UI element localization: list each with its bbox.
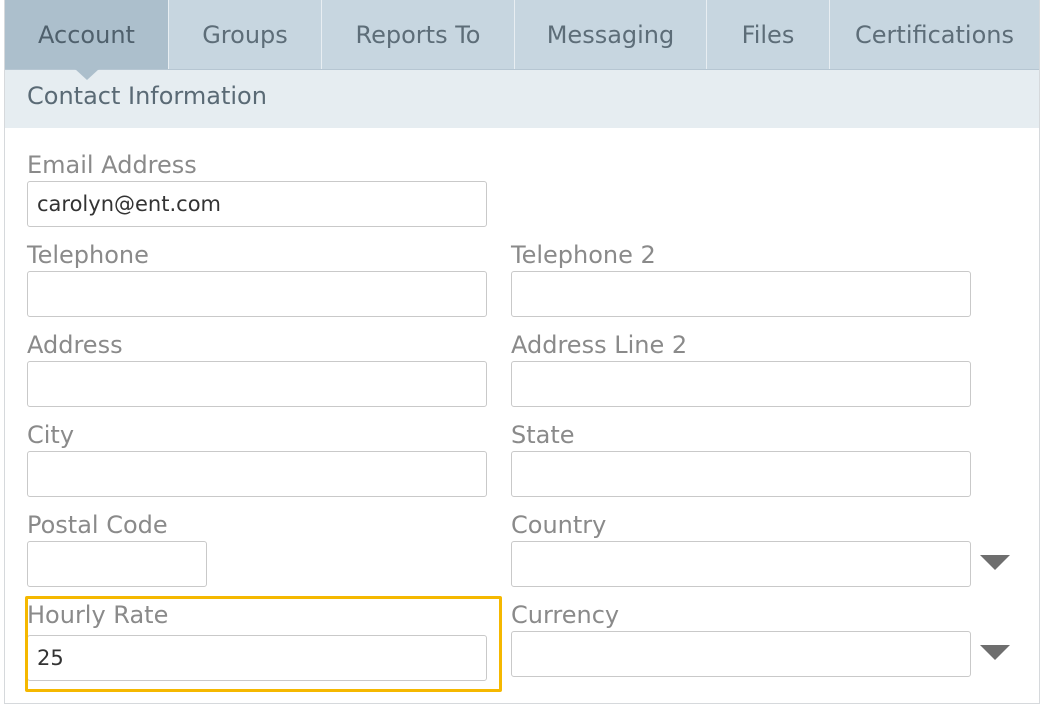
tab-messaging[interactable]: Messaging <box>515 0 707 69</box>
tab-groups[interactable]: Groups <box>169 0 322 69</box>
email-field[interactable] <box>27 181 487 227</box>
postal-code-field[interactable] <box>27 541 207 587</box>
country-label: Country <box>511 511 607 539</box>
state-field[interactable] <box>511 451 971 497</box>
country-dropdown-arrow-icon[interactable] <box>980 555 1010 570</box>
telephone-field[interactable] <box>27 271 487 317</box>
address-label: Address <box>27 331 123 359</box>
city-field[interactable] <box>27 451 487 497</box>
tab-bar: Account Groups Reports To Messaging File… <box>5 0 1039 70</box>
currency-dropdown-arrow-icon[interactable] <box>980 645 1010 660</box>
postal-code-label: Postal Code <box>27 511 168 539</box>
email-label: Email Address <box>27 151 197 179</box>
tab-account[interactable]: Account <box>5 0 169 69</box>
address2-field[interactable] <box>511 361 971 407</box>
hourly-rate-label: Hourly Rate <box>27 601 169 629</box>
telephone2-field[interactable] <box>511 271 971 317</box>
telephone-label: Telephone <box>27 241 149 269</box>
user-edit-panel: Account Groups Reports To Messaging File… <box>4 0 1040 704</box>
telephone2-label: Telephone 2 <box>511 241 656 269</box>
hourly-rate-field[interactable] <box>27 635 487 681</box>
address-field[interactable] <box>27 361 487 407</box>
country-select[interactable] <box>511 541 971 587</box>
tab-reports-to[interactable]: Reports To <box>322 0 515 69</box>
state-label: State <box>511 421 575 449</box>
city-label: City <box>27 421 75 449</box>
active-tab-pointer <box>75 69 99 80</box>
currency-select[interactable] <box>511 631 971 677</box>
currency-label: Currency <box>511 601 620 629</box>
section-header: Contact Information <box>5 70 1039 128</box>
section-title: Contact Information <box>27 82 267 110</box>
tab-files[interactable]: Files <box>707 0 830 69</box>
address2-label: Address Line 2 <box>511 331 688 359</box>
tab-certifications[interactable]: Certifications <box>830 0 1039 69</box>
